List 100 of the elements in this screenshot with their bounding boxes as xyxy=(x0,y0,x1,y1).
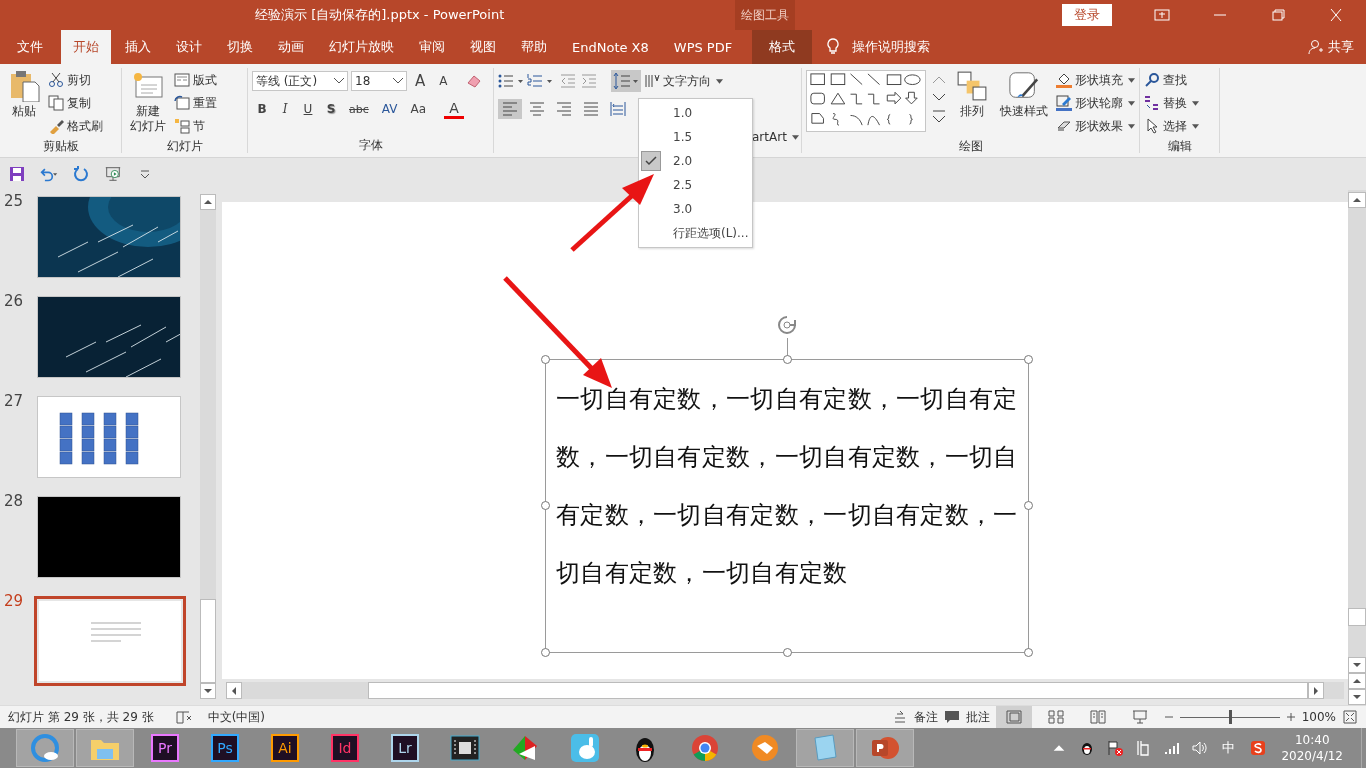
ribbon-tab[interactable]: EndNote X8 xyxy=(560,30,661,64)
taskbar-app[interactable]: Ps xyxy=(196,729,254,767)
language-label[interactable]: 中文(中国) xyxy=(207,708,265,726)
font-format-button[interactable]: Aa xyxy=(405,102,431,116)
font-format-button[interactable]: B xyxy=(252,102,272,116)
new-slide-button[interactable]: 新建 幻灯片 xyxy=(126,70,170,136)
resize-handle[interactable] xyxy=(541,501,550,510)
menu-item[interactable]: 1.0 xyxy=(673,106,693,120)
ribbon-tab[interactable]: 设计 xyxy=(164,30,214,64)
layout-button[interactable]: 版式 xyxy=(174,70,217,90)
ribbon-tab[interactable]: 文件 xyxy=(5,30,55,64)
restore-icon[interactable] xyxy=(1270,9,1286,21)
smartart-button[interactable]: artArt xyxy=(752,130,787,144)
slide-thumbnail[interactable] xyxy=(37,496,181,578)
menu-item[interactable]: 1.5 xyxy=(673,130,693,144)
font-format-button[interactable]: U xyxy=(298,102,318,116)
align-button[interactable] xyxy=(498,99,522,119)
share-button[interactable]: 共享 xyxy=(1328,30,1354,64)
login-button[interactable]: 登录 xyxy=(1062,4,1112,26)
taskbar-app[interactable]: Lr xyxy=(376,729,434,767)
ribbon-tab[interactable]: 开始 xyxy=(61,30,111,64)
ribbon-tab[interactable]: 切换 xyxy=(215,30,265,64)
quick-styles-button[interactable]: 快速样式 xyxy=(996,70,1052,136)
section-button[interactable]: 节 xyxy=(174,116,217,136)
shape-effects-button[interactable]: 形状效果 xyxy=(1075,117,1123,135)
find-button[interactable]: 查找 xyxy=(1163,71,1187,89)
ribbon-tab[interactable]: 帮助 xyxy=(509,30,559,64)
ribbon-tab[interactable]: 动画 xyxy=(266,30,316,64)
select-button[interactable]: 选择 xyxy=(1163,117,1187,135)
resize-handle[interactable] xyxy=(541,355,550,364)
resize-handle[interactable] xyxy=(783,648,792,657)
slideshow-icon[interactable] xyxy=(104,166,122,182)
font-format-button[interactable]: abc xyxy=(344,102,374,116)
paste-button[interactable]: 粘贴 xyxy=(4,70,44,136)
font-format-button[interactable]: AV xyxy=(376,102,403,116)
eraser-icon[interactable] xyxy=(466,73,483,89)
slide-thumbnail[interactable] xyxy=(37,196,181,278)
comments-button[interactable]: 批注 xyxy=(965,708,990,726)
ribbon-display-icon[interactable] xyxy=(1154,9,1170,21)
arrange-button[interactable]: 排列 xyxy=(952,70,992,136)
line-spacing-button[interactable] xyxy=(611,70,641,92)
slide-thumbnail[interactable] xyxy=(37,296,181,378)
scrollbar[interactable] xyxy=(1348,190,1366,705)
battery-icon[interactable] xyxy=(1135,740,1152,756)
copy-button[interactable]: 复制 xyxy=(48,93,103,113)
zoom-level[interactable]: 100% xyxy=(1301,710,1336,724)
zoom-in-icon[interactable] xyxy=(1285,712,1296,722)
ribbon-tab[interactable]: 视图 xyxy=(458,30,508,64)
numbering-icon[interactable] xyxy=(527,73,553,89)
text-direction-button[interactable]: 文字方向 xyxy=(663,72,711,90)
menu-item[interactable]: 行距选项(L)... xyxy=(673,224,749,242)
person-icon[interactable] xyxy=(1308,39,1324,55)
redo-icon[interactable] xyxy=(72,166,90,182)
format-painter-button[interactable]: 格式刷 xyxy=(48,116,103,136)
tell-me-search[interactable]: 操作说明搜索 xyxy=(852,30,931,64)
fit-slide-icon[interactable] xyxy=(1342,710,1358,724)
scrollbar[interactable] xyxy=(226,682,1344,699)
shape-fill-button[interactable]: 形状填充 xyxy=(1075,71,1123,89)
menu-item[interactable]: 2.5 xyxy=(673,178,693,192)
input-method-icon[interactable] xyxy=(1250,740,1267,756)
slide-thumbnail[interactable] xyxy=(34,596,186,686)
rotate-handle-icon[interactable] xyxy=(776,314,798,336)
resize-handle[interactable] xyxy=(541,648,550,657)
taskbar-app[interactable]: Ai xyxy=(256,729,314,767)
cut-button[interactable]: 剪切 xyxy=(48,70,103,90)
resize-handle[interactable] xyxy=(783,355,792,364)
resize-handle[interactable] xyxy=(1024,648,1033,657)
ribbon-tab[interactable]: 格式 xyxy=(752,30,813,64)
taskbar-app[interactable]: Pr xyxy=(136,729,194,767)
menu-item[interactable]: 2.0 xyxy=(673,154,693,168)
resize-handle[interactable] xyxy=(1024,355,1033,364)
slide-thumbnail[interactable] xyxy=(37,396,181,478)
scrollbar[interactable] xyxy=(200,194,216,699)
ribbon-tab[interactable]: 插入 xyxy=(113,30,163,64)
font-format-button[interactable]: A xyxy=(444,99,464,119)
font-name-field[interactable]: 等线 (正文) xyxy=(252,71,348,91)
taskbar-app[interactable]: Id xyxy=(316,729,374,767)
notes-button[interactable]: 备注 xyxy=(913,708,938,726)
shape-outline-button[interactable]: 形状轮廓 xyxy=(1075,94,1123,112)
font-format-button[interactable]: S xyxy=(321,102,341,116)
menu-item[interactable]: 3.0 xyxy=(673,202,693,216)
reset-button[interactable]: 重置 xyxy=(174,93,217,113)
save-icon[interactable] xyxy=(8,166,26,182)
bullets-icon[interactable] xyxy=(498,73,524,89)
view-button[interactable] xyxy=(995,706,1032,728)
zoom-slider[interactable] xyxy=(1179,710,1280,724)
signal-icon[interactable] xyxy=(1163,740,1180,756)
font-format-button[interactable]: I xyxy=(275,102,295,116)
grow-font-button[interactable]: A xyxy=(410,72,431,90)
resize-handle[interactable] xyxy=(1024,501,1033,510)
ribbon-tab[interactable]: 幻灯片放映 xyxy=(317,30,406,64)
network-error-icon[interactable] xyxy=(1107,740,1124,756)
book-icon[interactable] xyxy=(175,710,192,724)
volume-icon[interactable] xyxy=(1191,740,1208,756)
ribbon-tab[interactable]: 审阅 xyxy=(407,30,457,64)
font-size-field[interactable]: 18 xyxy=(351,71,407,91)
zoom-slider-thumb[interactable] xyxy=(1228,710,1232,724)
replace-button[interactable]: 替换 xyxy=(1163,94,1187,112)
shrink-font-button[interactable]: A xyxy=(433,74,454,88)
close-icon[interactable] xyxy=(1328,9,1344,21)
